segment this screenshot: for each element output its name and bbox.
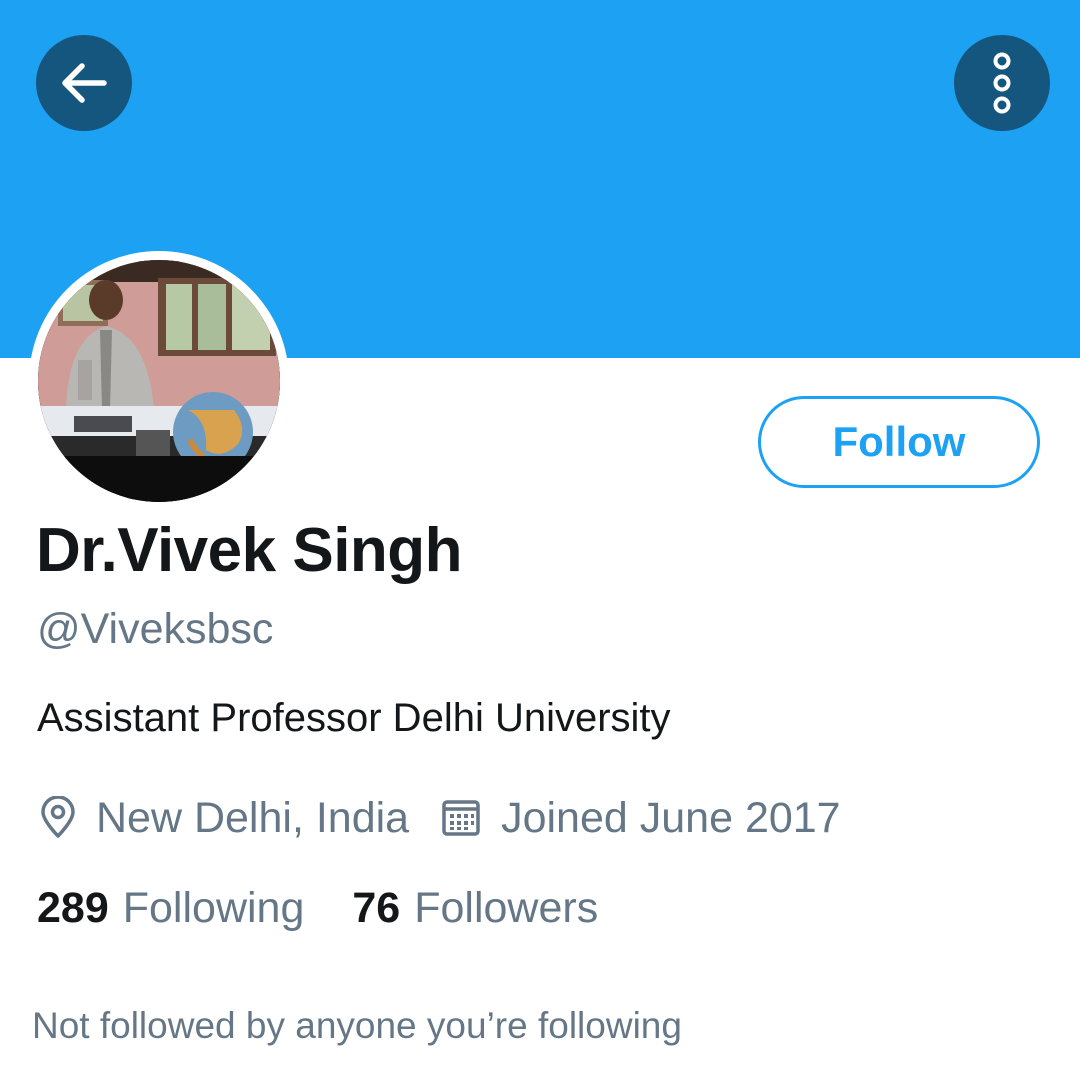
social-context-text: Not followed by anyone you’re following <box>32 1005 682 1046</box>
location-text: New Delhi, India <box>96 793 410 842</box>
following-stat[interactable]: 289 Following <box>37 884 304 933</box>
profile-meta: New Delhi, India Joined June 2017 <box>38 790 841 846</box>
calendar-icon <box>442 800 480 836</box>
following-count: 289 <box>37 884 109 932</box>
location-pin-icon <box>41 796 75 838</box>
follow-stats: 289 Following 76 Followers <box>37 884 598 933</box>
profile-page: Follow Dr.Vivek Singh @Viveksbsc Assista… <box>0 0 1080 1083</box>
following-label: Following <box>122 884 305 932</box>
display-name: Dr.Vivek Singh <box>36 516 463 585</box>
profile-photo <box>38 260 280 502</box>
arrow-left-icon <box>62 63 107 103</box>
avatar[interactable] <box>38 260 280 502</box>
followers-count: 76 <box>352 884 401 932</box>
followers-label: Followers <box>414 884 599 932</box>
profile-bio: Assistant Professor Delhi University <box>37 696 671 740</box>
joined-text: Joined June 2017 <box>501 793 841 842</box>
follow-button[interactable]: Follow <box>758 396 1040 488</box>
back-button[interactable] <box>36 35 132 131</box>
joined-item: Joined June 2017 <box>441 794 841 843</box>
more-vertical-icon <box>993 52 1011 114</box>
location-item: New Delhi, India <box>38 794 409 843</box>
more-options-button[interactable] <box>954 35 1050 131</box>
followers-stat[interactable]: 76 Followers <box>352 884 598 933</box>
user-handle: @Viveksbsc <box>37 605 274 653</box>
